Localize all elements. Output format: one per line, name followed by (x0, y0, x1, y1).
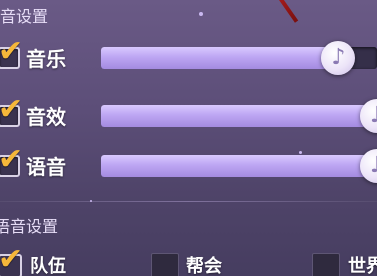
voice-volume-slider[interactable] (101, 155, 377, 177)
voice-checkbox[interactable]: ✔ (0, 145, 23, 177)
music-volume-knob[interactable]: ♪ (321, 41, 356, 75)
sfx-volume-fill (101, 105, 377, 127)
voice-volume-fill (101, 155, 377, 177)
guild-channel-checkbox[interactable] (151, 253, 179, 276)
sfx-checkbox[interactable]: ✔ (0, 95, 23, 127)
music-checkbox[interactable]: ✔ (0, 37, 23, 69)
checkmark-icon: ✔ (0, 142, 24, 177)
checkmark-icon: ✔ (0, 242, 24, 276)
music-volume-fill (101, 47, 339, 69)
checkmark-icon: ✔ (0, 92, 24, 127)
star-decoration (299, 151, 302, 154)
team-channel-label: 队伍 (30, 256, 66, 276)
checkmark-icon: ✔ (0, 34, 24, 69)
music-label: 音乐 (26, 47, 66, 71)
world-channel-label: 世界 (348, 256, 377, 276)
sfx-volume-slider[interactable] (101, 105, 377, 127)
section-divider (0, 201, 377, 202)
music-note-icon: ♪ (369, 153, 377, 178)
red-streak-decoration (272, 0, 299, 23)
voice-settings-title: 语音设置 (0, 217, 59, 236)
team-channel-checkbox[interactable]: ✔ (0, 245, 23, 276)
music-note-icon: ♪ (369, 103, 377, 128)
world-channel-checkbox[interactable] (312, 253, 340, 276)
sfx-label: 音效 (26, 105, 66, 129)
music-note-icon: ♪ (331, 45, 346, 70)
voice-label: 语音 (26, 155, 66, 179)
guild-channel-label: 帮会 (186, 256, 222, 276)
sound-settings-title: 声音设置 (0, 7, 49, 26)
star-decoration (199, 12, 203, 16)
